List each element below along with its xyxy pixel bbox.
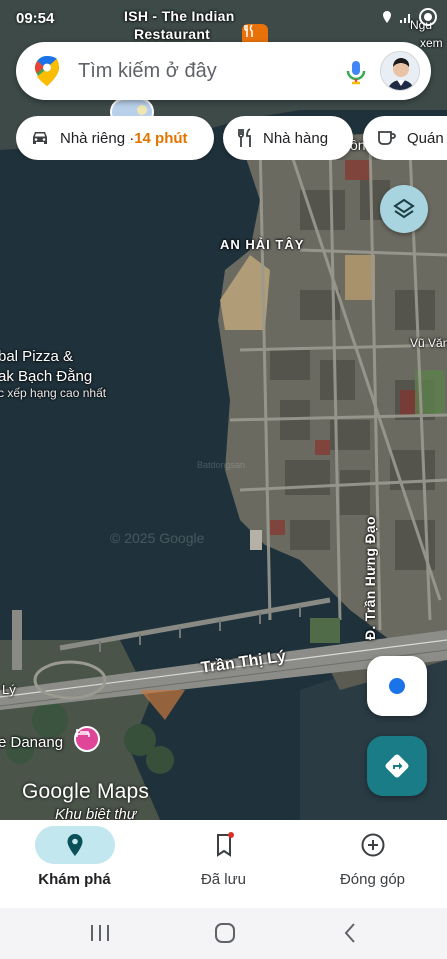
- chip-home-label: Nhà riêng ·: [60, 129, 135, 147]
- area-label-an-hai-tay: AN HẢI TÂY: [220, 237, 305, 252]
- search-bar[interactable]: [16, 42, 431, 100]
- layers-icon: [393, 198, 415, 219]
- hotel-pin-icon[interactable]: [74, 726, 100, 752]
- status-time: 09:54: [16, 10, 55, 27]
- signal-icon: [400, 14, 410, 23]
- status-bar: 09:54: [0, 0, 447, 38]
- recents-icon: [91, 925, 109, 941]
- search-input[interactable]: [78, 56, 318, 86]
- chip-home-eta: 14 phút: [134, 129, 188, 147]
- chip-home-drive[interactable]: Nhà riêng · 14 phút: [16, 116, 214, 160]
- directions-button[interactable]: [367, 736, 427, 796]
- status-icons: [381, 8, 437, 26]
- poi-pizza-name-2[interactable]: ak Bạch Đằng: [0, 368, 92, 385]
- place-label-khu-biet-thu: Khu biệt thự: [55, 806, 137, 820]
- nav-contribute[interactable]: Đóng góp: [298, 820, 447, 908]
- bookmark-icon: [217, 832, 234, 857]
- restaurant-icon: [238, 128, 251, 147]
- watermark-google: © 2025 Google: [110, 530, 205, 546]
- nav-explore[interactable]: Khám phá: [0, 820, 149, 908]
- avatar[interactable]: [380, 51, 420, 91]
- battery-icon: [419, 8, 437, 26]
- home-button[interactable]: [205, 918, 245, 948]
- profile-photo: [381, 52, 419, 90]
- chip-cafe[interactable]: Quán: [363, 116, 447, 160]
- chip-restaurants[interactable]: Nhà hàng: [223, 116, 353, 160]
- chip-restaurants-label: Nhà hàng: [263, 129, 329, 147]
- explore-pin-icon: [67, 834, 83, 856]
- layers-button[interactable]: [380, 185, 428, 233]
- add-circle-icon: [361, 833, 385, 857]
- nav-saved-label: Đã lưu: [200, 871, 247, 888]
- bottom-navigation: Khám phá Đã lưu Đóng góp: [0, 820, 447, 908]
- watermark-batdongsan: Batdongsan: [197, 460, 246, 470]
- back-icon: [344, 923, 355, 943]
- google-maps-pin-icon: [35, 56, 59, 86]
- street-label-vu-van: Vũ Văn: [410, 336, 447, 350]
- google-maps-logo: Google Maps: [22, 780, 150, 803]
- nav-explore-label: Khám phá: [38, 871, 111, 888]
- street-label-ly: Lý: [2, 682, 16, 697]
- my-location-icon: [389, 678, 405, 694]
- back-button[interactable]: [330, 918, 370, 948]
- category-chips: Nhà riêng · 14 phút Nhà hàng Quán: [16, 116, 447, 160]
- location-icon: [383, 11, 391, 23]
- street-label-tran-hung-dao: Đ. Trần Hưng Đạo: [362, 516, 378, 640]
- home-icon: [215, 923, 235, 943]
- poi-hotel-name[interactable]: e Danang: [0, 734, 63, 751]
- poi-pizza-name[interactable]: bal Pizza &: [0, 348, 73, 365]
- chip-cafe-label: Quán: [407, 129, 444, 147]
- mic-icon[interactable]: [342, 58, 370, 86]
- nav-contribute-label: Đóng góp: [339, 871, 406, 888]
- street-label-xem: xem: [420, 36, 443, 50]
- system-navigation-bar: [0, 908, 447, 959]
- directions-icon: [385, 754, 409, 778]
- nav-saved[interactable]: Đã lưu: [149, 820, 298, 908]
- coffee-icon: [378, 131, 396, 145]
- my-location-button[interactable]: [367, 656, 427, 716]
- car-icon: [33, 132, 47, 144]
- recents-button[interactable]: [80, 918, 120, 948]
- poi-pizza-rating: c xếp hạng cao nhất: [0, 386, 107, 400]
